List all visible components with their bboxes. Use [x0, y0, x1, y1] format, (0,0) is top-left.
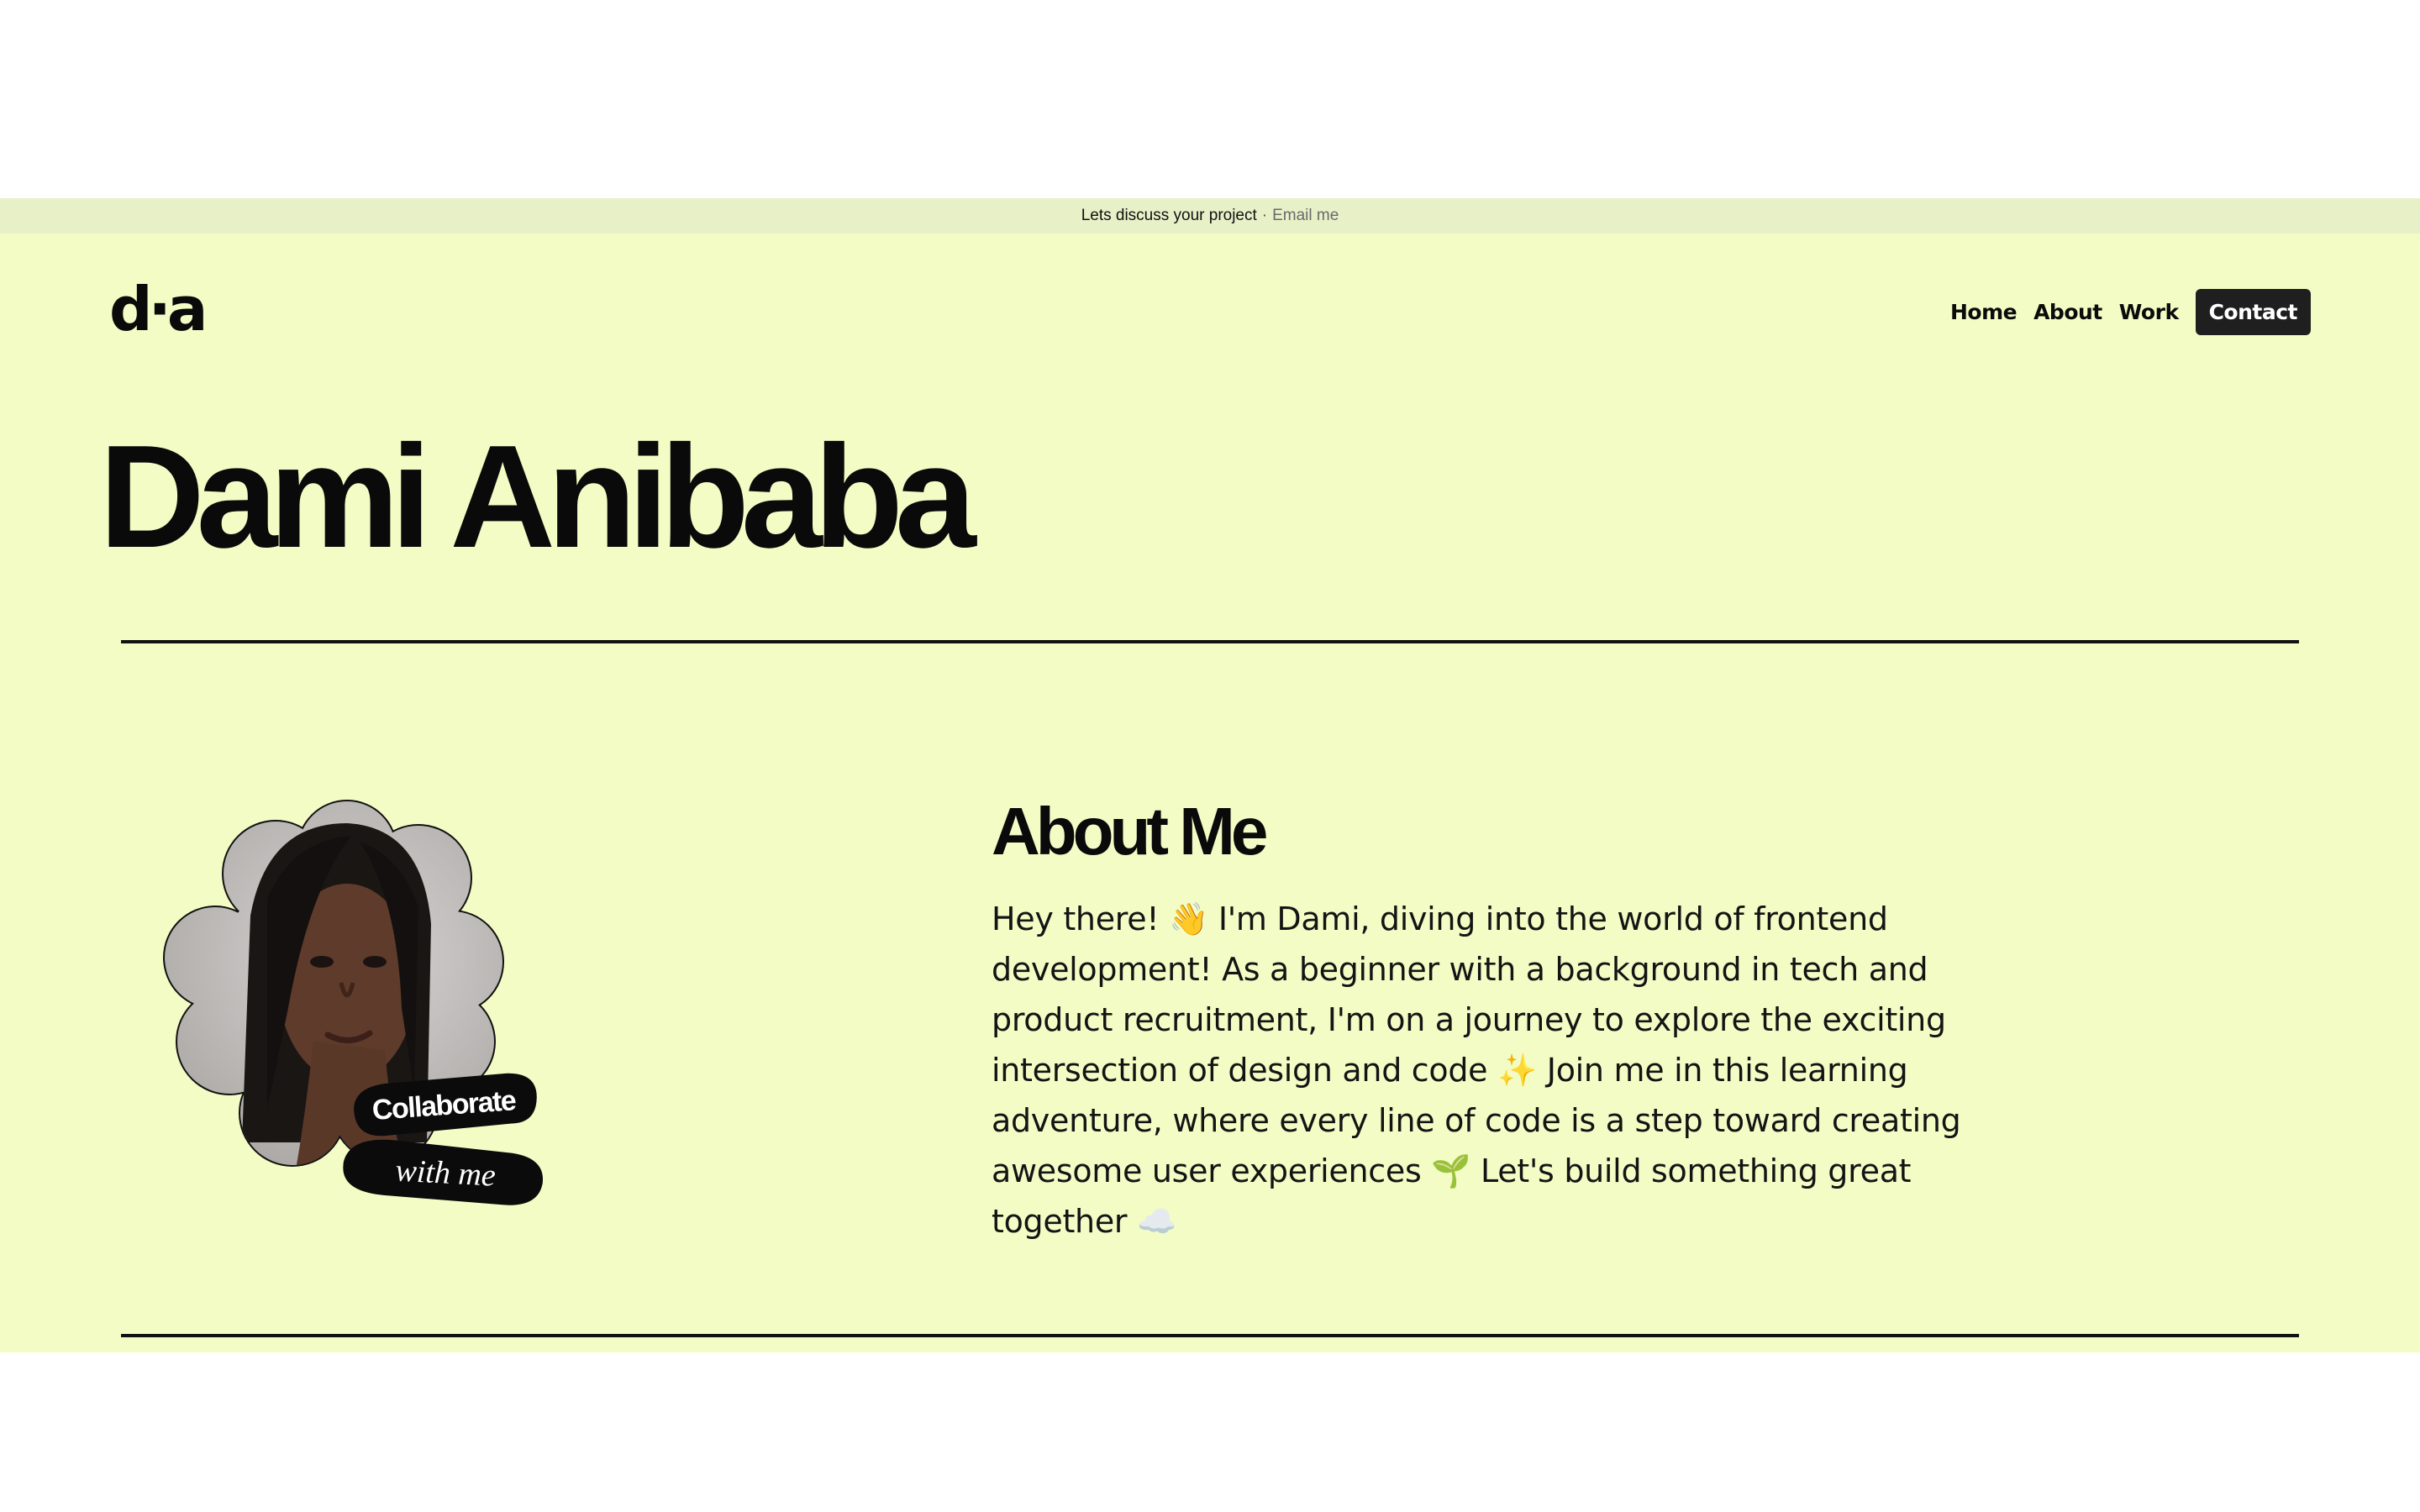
nav-work[interactable]: Work — [2119, 300, 2179, 324]
profile-photo: Collaborate with me — [141, 790, 561, 1210]
contact-button[interactable]: Contact — [2195, 289, 2311, 335]
divider-bottom — [121, 1334, 2299, 1337]
announcement-separator: · — [1261, 207, 1268, 224]
hero-title: Dami Anibaba — [99, 414, 976, 578]
portrait — [165, 801, 502, 1165]
logo[interactable]: d·a — [109, 279, 208, 339]
about-paragraph: Hey there! 👋 I'm Dami, diving into the w… — [992, 900, 1961, 1240]
with-me-badge: with me — [343, 1139, 543, 1205]
nav-home[interactable]: Home — [1950, 300, 2018, 324]
about-heading: About Me — [992, 794, 1268, 869]
profile-photo-graphic: Collaborate with me — [163, 800, 543, 1205]
divider — [121, 640, 2299, 643]
badge-line2: with me — [395, 1153, 497, 1194]
announcement-bar: Lets discuss your project · Email me — [0, 198, 2420, 234]
announcement-text: Lets discuss your project — [1081, 207, 1257, 224]
site: Lets discuss your project · Email me d·a… — [0, 198, 2420, 1352]
main-nav: Home About Work Contact — [1950, 289, 2311, 335]
nav-about[interactable]: About — [2033, 300, 2102, 324]
email-me-link[interactable]: Email me — [1272, 207, 1339, 225]
